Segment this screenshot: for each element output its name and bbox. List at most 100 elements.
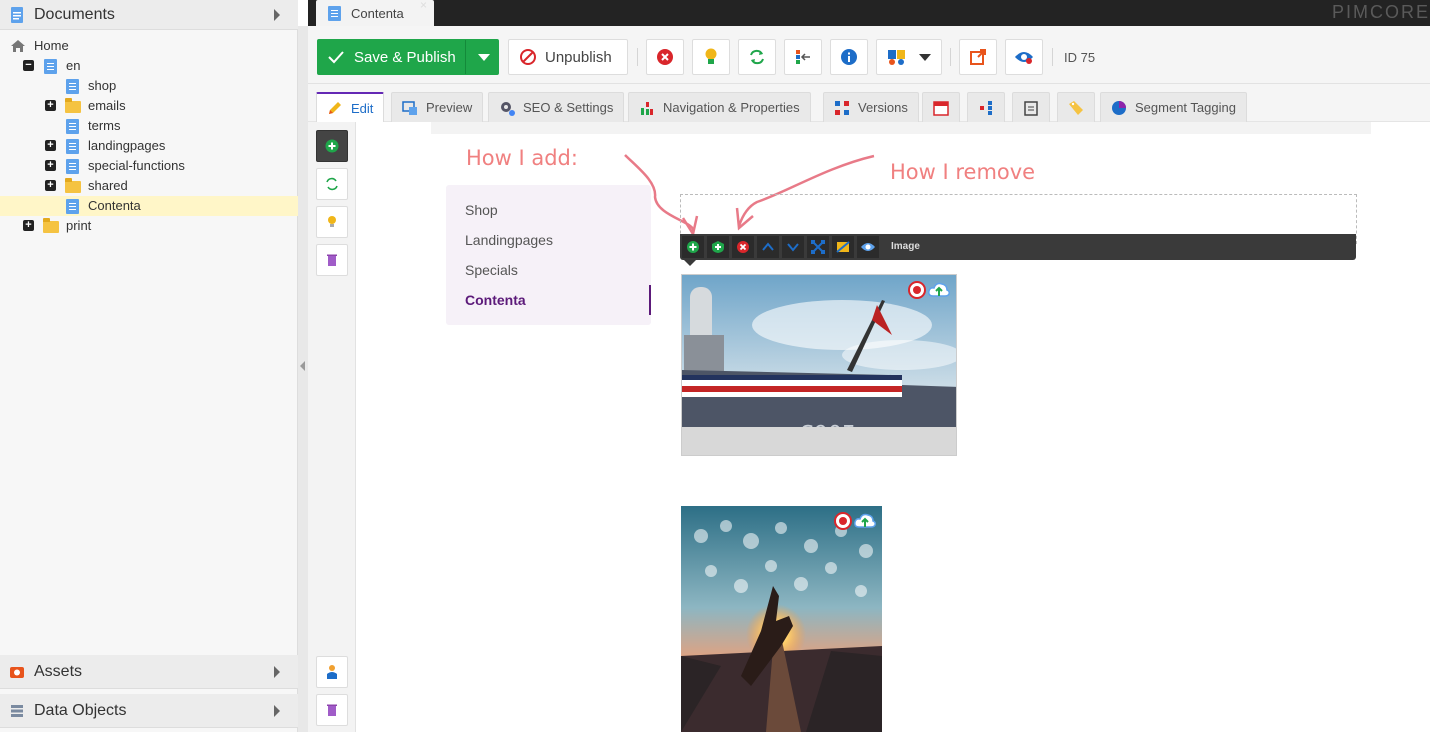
upload-cloud-icon[interactable] <box>928 281 950 299</box>
trash-button[interactable] <box>316 244 348 276</box>
document-icon <box>66 199 79 214</box>
move-up-button[interactable] <box>757 236 779 258</box>
home-icon <box>11 40 25 52</box>
tab-preview[interactable]: Preview <box>391 92 484 122</box>
panel-expand-arrow-icon[interactable] <box>274 666 280 678</box>
dependencies-icon <box>980 100 992 115</box>
tree-node-shop[interactable]: shop <box>0 76 298 96</box>
preview-button[interactable] <box>857 236 879 258</box>
visibility-toggle-icon <box>836 241 850 253</box>
collapse-icon[interactable]: − <box>23 60 34 71</box>
reload-icon <box>750 49 764 65</box>
tab-versions[interactable]: Versions <box>823 92 919 122</box>
image-editable-ship[interactable]: 1063 <box>681 274 957 456</box>
unpublish-button[interactable]: Unpublish <box>508 39 628 75</box>
save-publish-button[interactable]: Save & Publish <box>317 39 499 75</box>
target-icon[interactable] <box>834 512 852 530</box>
move-down-button[interactable] <box>782 236 804 258</box>
reload-button[interactable] <box>738 39 776 75</box>
expand-icon[interactable]: + <box>45 180 56 191</box>
nav-item-shop[interactable]: Shop <box>465 202 498 218</box>
tab-schedule[interactable] <box>922 92 960 122</box>
reload-icon <box>326 177 338 191</box>
add-block-before-button[interactable] <box>682 236 704 258</box>
tree-node-terms[interactable]: terms <box>0 116 298 136</box>
data-objects-icon <box>11 704 23 717</box>
split-divider <box>465 40 466 74</box>
plus-icon <box>687 241 699 253</box>
highlight-button[interactable] <box>316 206 348 238</box>
documents-panel-header[interactable]: Documents <box>0 0 298 30</box>
pimcore-window: Documents Home − en shop + emails terms … <box>0 0 1430 732</box>
tree-node-shared[interactable]: + shared <box>0 176 298 196</box>
brand-logo: PIMCORE <box>1331 2 1430 22</box>
drag-move-button[interactable] <box>807 236 829 258</box>
dropdown-caret-icon <box>919 53 931 61</box>
target-icon[interactable] <box>908 281 926 299</box>
move-icon <box>811 240 825 254</box>
toggle-visibility-button[interactable] <box>832 236 854 258</box>
nav-item-specials[interactable]: Specials <box>465 262 518 278</box>
left-panel: Documents Home − en shop + emails terms … <box>0 0 298 732</box>
left-panel-splitter[interactable] <box>298 26 308 732</box>
tree-node-landingpages[interactable]: + landingpages <box>0 136 298 156</box>
remove-block-button[interactable] <box>732 236 754 258</box>
tab-notes[interactable] <box>1012 92 1050 122</box>
nav-item-landingpages[interactable]: Landingpages <box>465 232 553 248</box>
data-objects-panel-header[interactable]: Data Objects <box>0 694 298 728</box>
translation-icon <box>888 50 905 65</box>
expand-icon[interactable]: + <box>45 140 56 151</box>
expand-icon[interactable]: + <box>23 220 34 231</box>
pencil-icon <box>329 102 341 114</box>
preview-visibility-button[interactable] <box>1005 39 1043 75</box>
trash-button[interactable] <box>316 694 348 726</box>
chevron-down-icon <box>787 243 799 252</box>
tab-seo-settings[interactable]: SEO & Settings <box>488 92 625 122</box>
tree-node-contenta[interactable]: Contenta <box>0 196 298 216</box>
expand-icon[interactable]: + <box>45 160 56 171</box>
trash-icon <box>327 704 337 716</box>
tree-node-special-functions[interactable]: + special-functions <box>0 156 298 176</box>
tab-label: Navigation & Properties <box>663 100 800 115</box>
tab-label: Segment Tagging <box>1135 100 1236 115</box>
refresh-button[interactable] <box>316 168 348 200</box>
eye-icon <box>861 243 875 251</box>
cancel-button[interactable] <box>646 39 684 75</box>
panel-expand-arrow-icon[interactable] <box>274 705 280 717</box>
persona-button[interactable] <box>316 656 348 688</box>
document-tab[interactable]: Contenta <box>316 0 434 26</box>
save-options-dropdown-icon[interactable] <box>478 54 490 61</box>
tab-edit[interactable]: Edit <box>316 92 385 122</box>
image-editable-sunset[interactable] <box>681 506 882 732</box>
document-tree: Home − en shop + emails terms + landingp… <box>0 36 298 236</box>
editor-tabs: Edit Preview SEO & Settings Navigation &… <box>308 84 1430 122</box>
edit-sidebar <box>308 122 356 732</box>
lightbulb-button[interactable] <box>692 39 730 75</box>
add-area-button[interactable] <box>316 130 348 162</box>
tab-segment-tagging[interactable]: Segment Tagging <box>1100 92 1247 122</box>
tab-tags[interactable] <box>1057 92 1095 122</box>
add-block-after-button[interactable] <box>707 236 729 258</box>
translation-button[interactable] <box>876 39 942 75</box>
expand-icon[interactable]: + <box>45 100 56 111</box>
info-button[interactable] <box>830 39 868 75</box>
assets-panel-header[interactable]: Assets <box>0 655 298 689</box>
collapse-arrow-icon[interactable] <box>300 361 305 371</box>
sidebar-navigation: Shop Landingpages Specials Contenta <box>446 185 651 325</box>
nav-item-contenta[interactable]: Contenta <box>465 292 526 308</box>
upload-cloud-icon[interactable] <box>854 512 876 530</box>
show-in-tree-button[interactable] <box>784 39 822 75</box>
tree-node-en[interactable]: − en <box>0 56 298 76</box>
tab-navigation-properties[interactable]: Navigation & Properties <box>628 92 811 122</box>
tree-node-emails[interactable]: + emails <box>0 96 298 116</box>
tab-dependencies[interactable] <box>967 92 1005 122</box>
versions-icon <box>835 100 849 115</box>
open-external-button[interactable] <box>959 39 997 75</box>
data-objects-panel-title: Data Objects <box>34 701 127 719</box>
tab-close-icon[interactable]: × <box>420 0 427 12</box>
panel-expand-arrow-icon[interactable] <box>274 9 280 21</box>
tree-node-print[interactable]: + print <box>0 216 298 236</box>
open-external-icon <box>970 49 986 65</box>
calendar-icon <box>933 100 949 116</box>
tree-node-home[interactable]: Home <box>0 36 298 56</box>
